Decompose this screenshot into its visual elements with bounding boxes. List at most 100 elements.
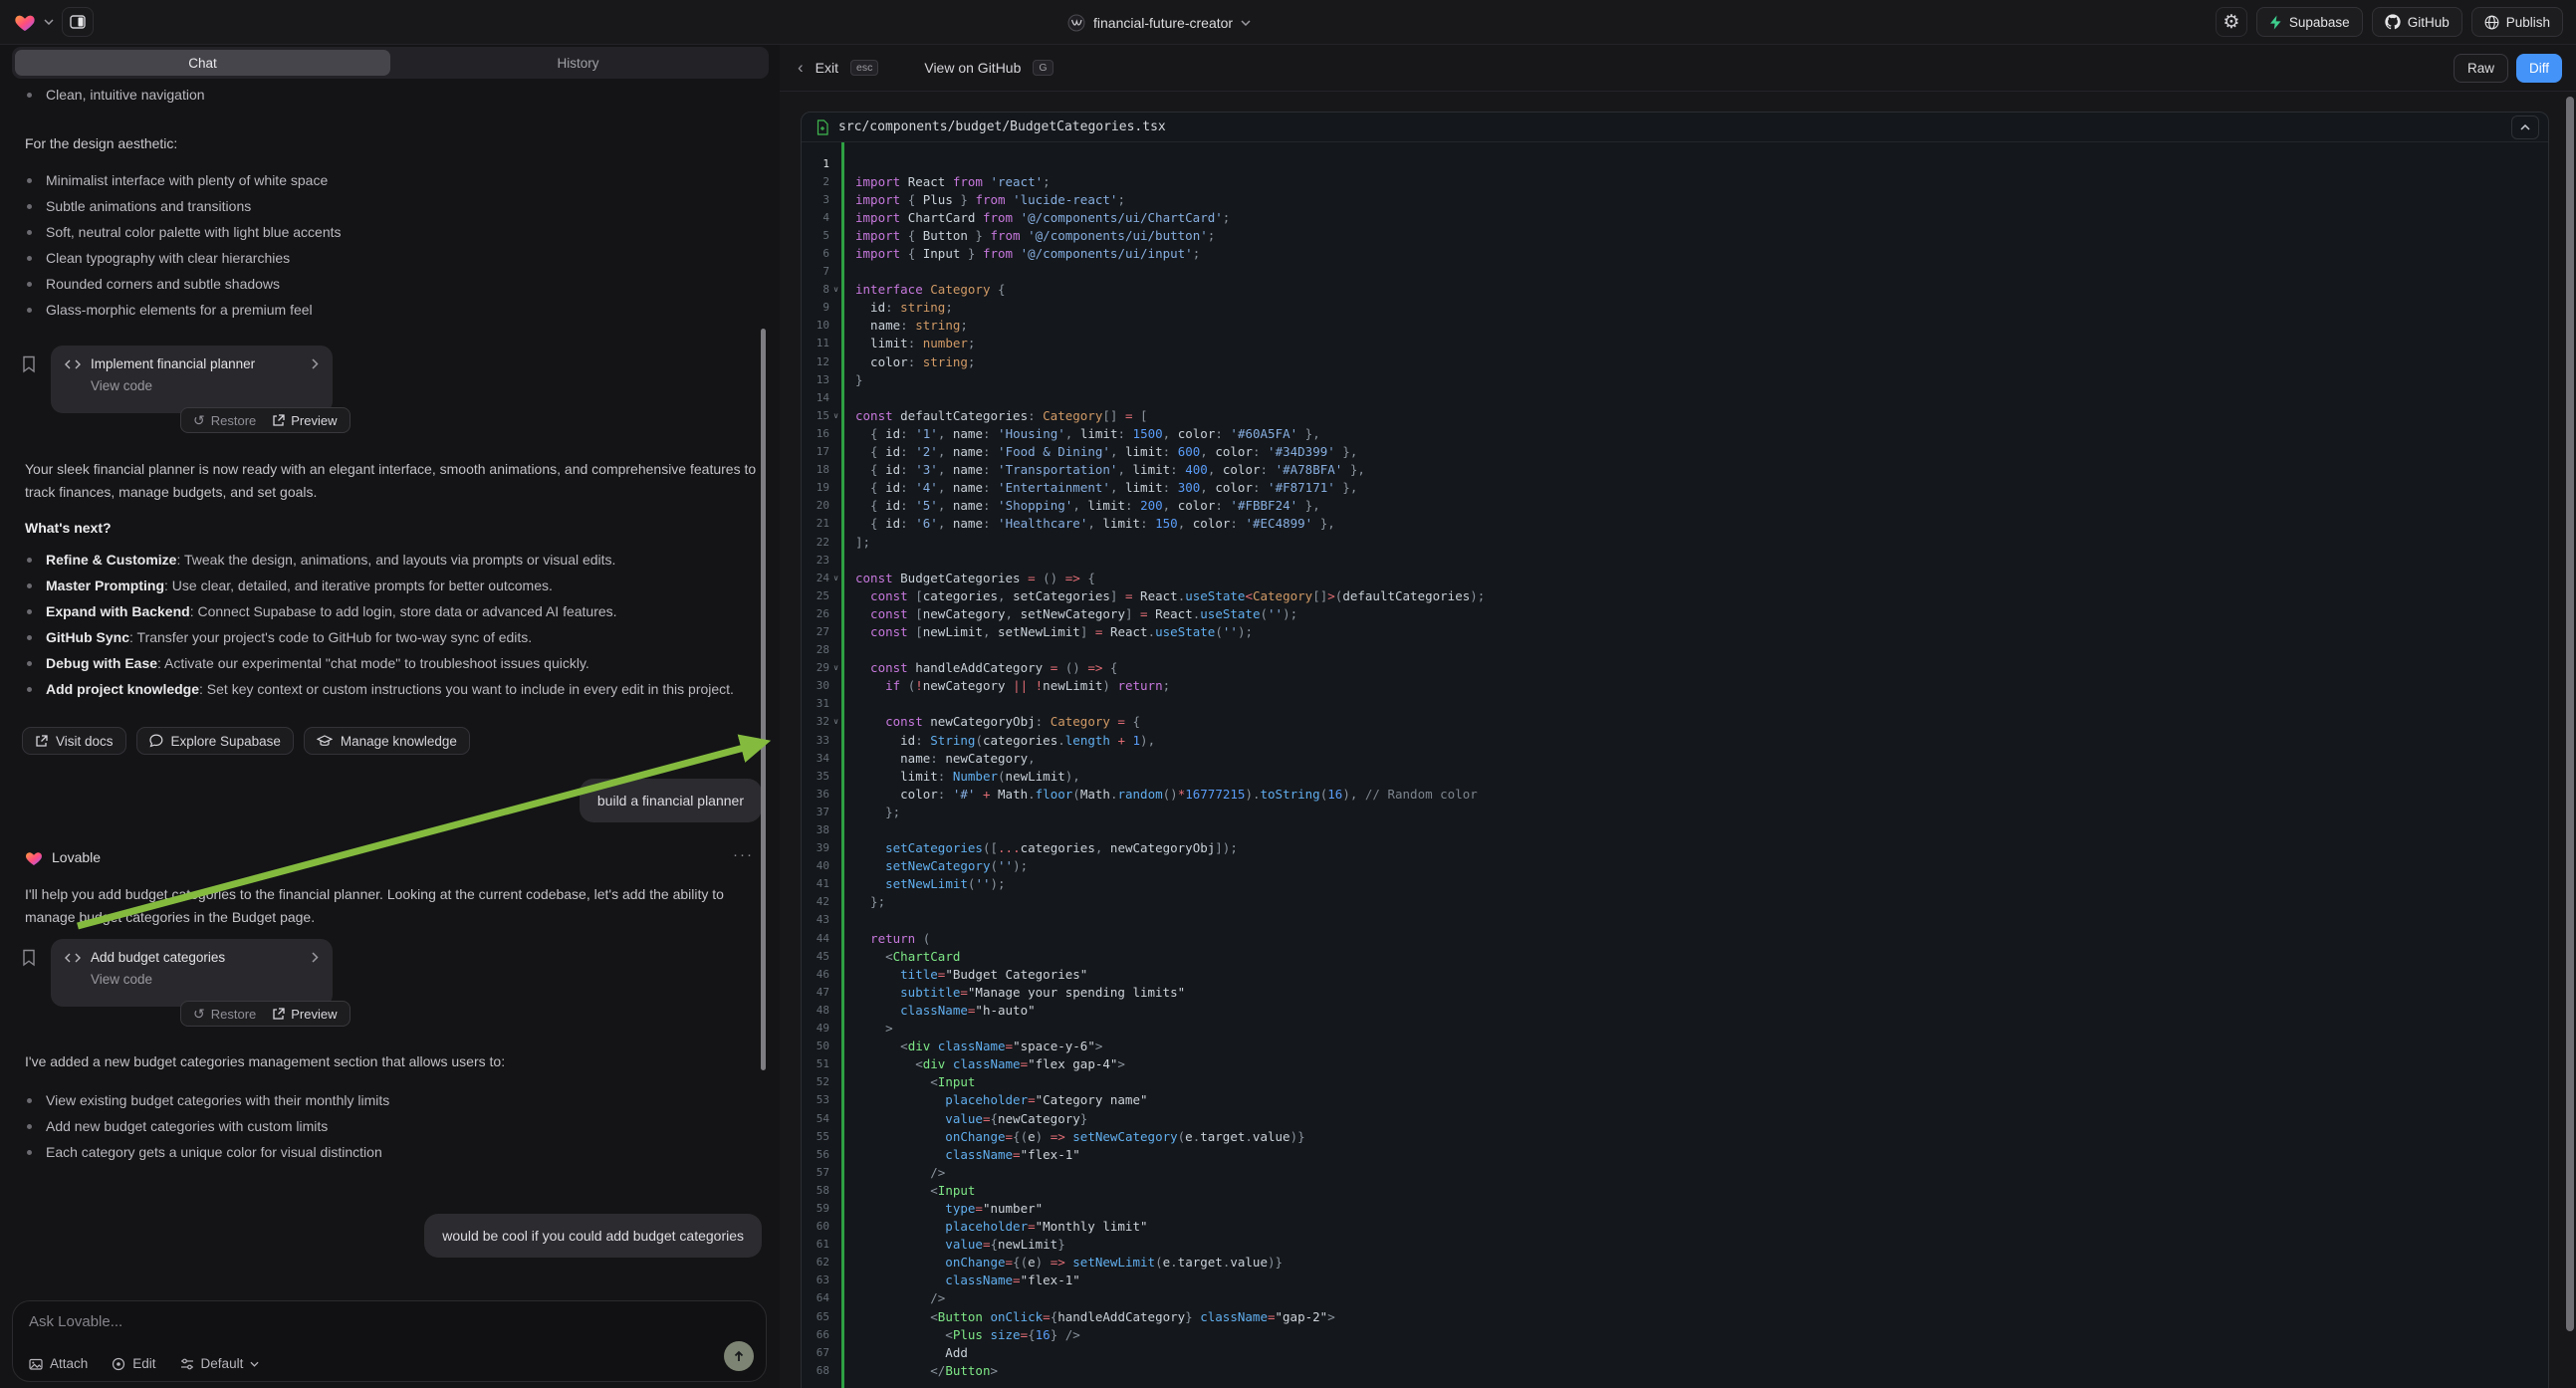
project-chevron-down-icon xyxy=(1241,20,1251,26)
preview-button[interactable]: Preview xyxy=(272,1007,337,1022)
code-line: 17 { id: '2', name: 'Food & Dining', lim… xyxy=(802,443,2548,461)
lovable-heart-icon xyxy=(25,849,43,866)
version-card-implement[interactable]: Implement financial planner View code xyxy=(51,346,333,413)
line-number: 61 xyxy=(802,1238,829,1251)
publish-button[interactable]: Publish xyxy=(2471,7,2563,37)
line-number: 31 xyxy=(802,697,829,710)
tab-chat[interactable]: Chat xyxy=(15,50,390,76)
restore-button[interactable]: ↺ Restore xyxy=(193,413,256,428)
line-number: 19 xyxy=(802,481,829,494)
restore-icon: ↺ xyxy=(193,1007,205,1021)
chat-bubble-icon xyxy=(149,734,163,748)
bullet-item: Debug with Ease: Activate our experiment… xyxy=(25,652,762,675)
project-switcher[interactable]: financial-future-creator xyxy=(1067,0,1251,45)
bullet-item: Add project knowledge: Set key context o… xyxy=(25,678,762,701)
bullet-item: Expand with Backend: Connect Supabase to… xyxy=(25,600,762,623)
line-number: 65 xyxy=(802,1310,829,1323)
line-number: 1 xyxy=(802,157,829,170)
code-line: 31 xyxy=(802,695,2548,713)
bullet-item: Rounded corners and subtle shadows xyxy=(25,273,762,296)
code-line: 12 color: string; xyxy=(802,352,2548,370)
code-line: 68 </Button> xyxy=(802,1361,2548,1379)
line-number: 14 xyxy=(802,391,829,404)
tab-history[interactable]: History xyxy=(390,50,766,76)
code-line: 22]; xyxy=(802,533,2548,551)
version-card-add-budget[interactable]: Add budget categories View code xyxy=(51,939,333,1007)
sliders-icon xyxy=(180,1358,194,1370)
line-number: 37 xyxy=(802,806,829,818)
exit-button[interactable]: Exit xyxy=(816,60,838,76)
line-number: 44 xyxy=(802,932,829,945)
manage-knowledge-button[interactable]: Manage knowledge xyxy=(304,727,470,755)
publish-label: Publish xyxy=(2506,15,2550,30)
code-text: placeholder="Monthly limit" xyxy=(842,1219,1148,1234)
line-number: 25 xyxy=(802,589,829,602)
logo-chevron-down-icon[interactable] xyxy=(44,19,54,25)
explore-supabase-button[interactable]: Explore Supabase xyxy=(136,727,294,755)
line-number: 54 xyxy=(802,1112,829,1125)
view-code-link[interactable]: View code xyxy=(91,378,319,393)
restore-button[interactable]: ↺ Restore xyxy=(193,1007,256,1022)
chat-scrollbar[interactable] xyxy=(761,329,766,1070)
version-card-wrap: Add budget categories View code ↺ Restor… xyxy=(25,939,762,1029)
code-line: 10 name: string; xyxy=(802,317,2548,335)
assistant-paragraph: I'll help you add budget categories to t… xyxy=(25,883,762,929)
code-scrollbar[interactable] xyxy=(2566,97,2574,1331)
code-line: 47 subtitle="Manage your spending limits… xyxy=(802,983,2548,1001)
preview-label: Preview xyxy=(291,413,337,428)
code-line: 8∨interface Category { xyxy=(802,281,2548,299)
raw-toggle-button[interactable]: Raw xyxy=(2454,54,2508,83)
restore-label: Restore xyxy=(211,413,257,428)
esc-kbd-badge: esc xyxy=(850,60,878,76)
settings-button[interactable]: ⚙ xyxy=(2216,7,2247,37)
user-message: build a financial planner xyxy=(580,779,762,822)
github-button[interactable]: GitHub xyxy=(2372,7,2462,37)
code-line: 46 title="Budget Categories" xyxy=(802,965,2548,983)
sidebar-toggle-button[interactable] xyxy=(62,7,94,37)
view-code-link[interactable]: View code xyxy=(91,972,319,987)
line-number: 7 xyxy=(802,265,829,278)
image-icon xyxy=(29,1357,43,1371)
line-number: 32 xyxy=(802,715,829,728)
visit-docs-button[interactable]: Visit docs xyxy=(22,727,126,755)
model-selector[interactable]: Default xyxy=(180,1356,260,1371)
bookmark-icon[interactable] xyxy=(22,355,36,373)
top-bar: financial-future-creator ⚙ Supabase GitH… xyxy=(0,0,2576,45)
line-number: 20 xyxy=(802,499,829,512)
code-text: <ChartCard xyxy=(842,949,960,964)
collapse-file-button[interactable] xyxy=(2511,116,2539,139)
chat-messages: Clean, intuitive navigation For the desi… xyxy=(25,84,762,1258)
line-number: 47 xyxy=(802,986,829,999)
chat-input[interactable] xyxy=(29,1313,750,1341)
preview-button[interactable]: Preview xyxy=(272,413,337,428)
code-line: 59 type="number" xyxy=(802,1199,2548,1217)
code-text: /> xyxy=(842,1290,945,1305)
edit-button[interactable]: Edit xyxy=(112,1356,155,1371)
view-on-github-button[interactable]: View on GitHub xyxy=(924,60,1021,76)
code-text: const BudgetCategories = () => { xyxy=(842,571,1095,585)
code-line: 55 onChange={(e) => setNewCategory(e.tar… xyxy=(802,1127,2548,1145)
line-number: 3 xyxy=(802,193,829,206)
supabase-button[interactable]: Supabase xyxy=(2256,7,2363,37)
bullet-item: Subtle animations and transitions xyxy=(25,195,762,218)
code-text: className="flex-1" xyxy=(842,1147,1080,1162)
message-menu-button[interactable]: ··· xyxy=(733,846,754,863)
attach-button[interactable]: Attach xyxy=(29,1356,88,1371)
code-text: }; xyxy=(842,805,900,819)
code-line: 49 > xyxy=(802,1020,2548,1038)
send-button[interactable] xyxy=(724,1341,754,1371)
code-line: 1 xyxy=(802,154,2548,172)
code-text: className="flex-1" xyxy=(842,1272,1080,1287)
line-number: 60 xyxy=(802,1220,829,1233)
lovable-heart-logo[interactable] xyxy=(14,12,36,32)
bookmark-icon[interactable] xyxy=(22,949,36,967)
code-line: 40 setNewCategory(''); xyxy=(802,857,2548,875)
bullet-item: Minimalist interface with plenty of whit… xyxy=(25,169,762,192)
line-number: 41 xyxy=(802,877,829,890)
code-line: 38 xyxy=(802,820,2548,838)
version-card-wrap: Implement financial planner View code ↺ … xyxy=(25,346,762,431)
diff-toggle-button[interactable]: Diff xyxy=(2516,54,2562,83)
code-text: interface Category { xyxy=(842,282,1006,297)
line-number: 59 xyxy=(802,1202,829,1215)
whats-next-heading: What's next? xyxy=(25,517,762,540)
